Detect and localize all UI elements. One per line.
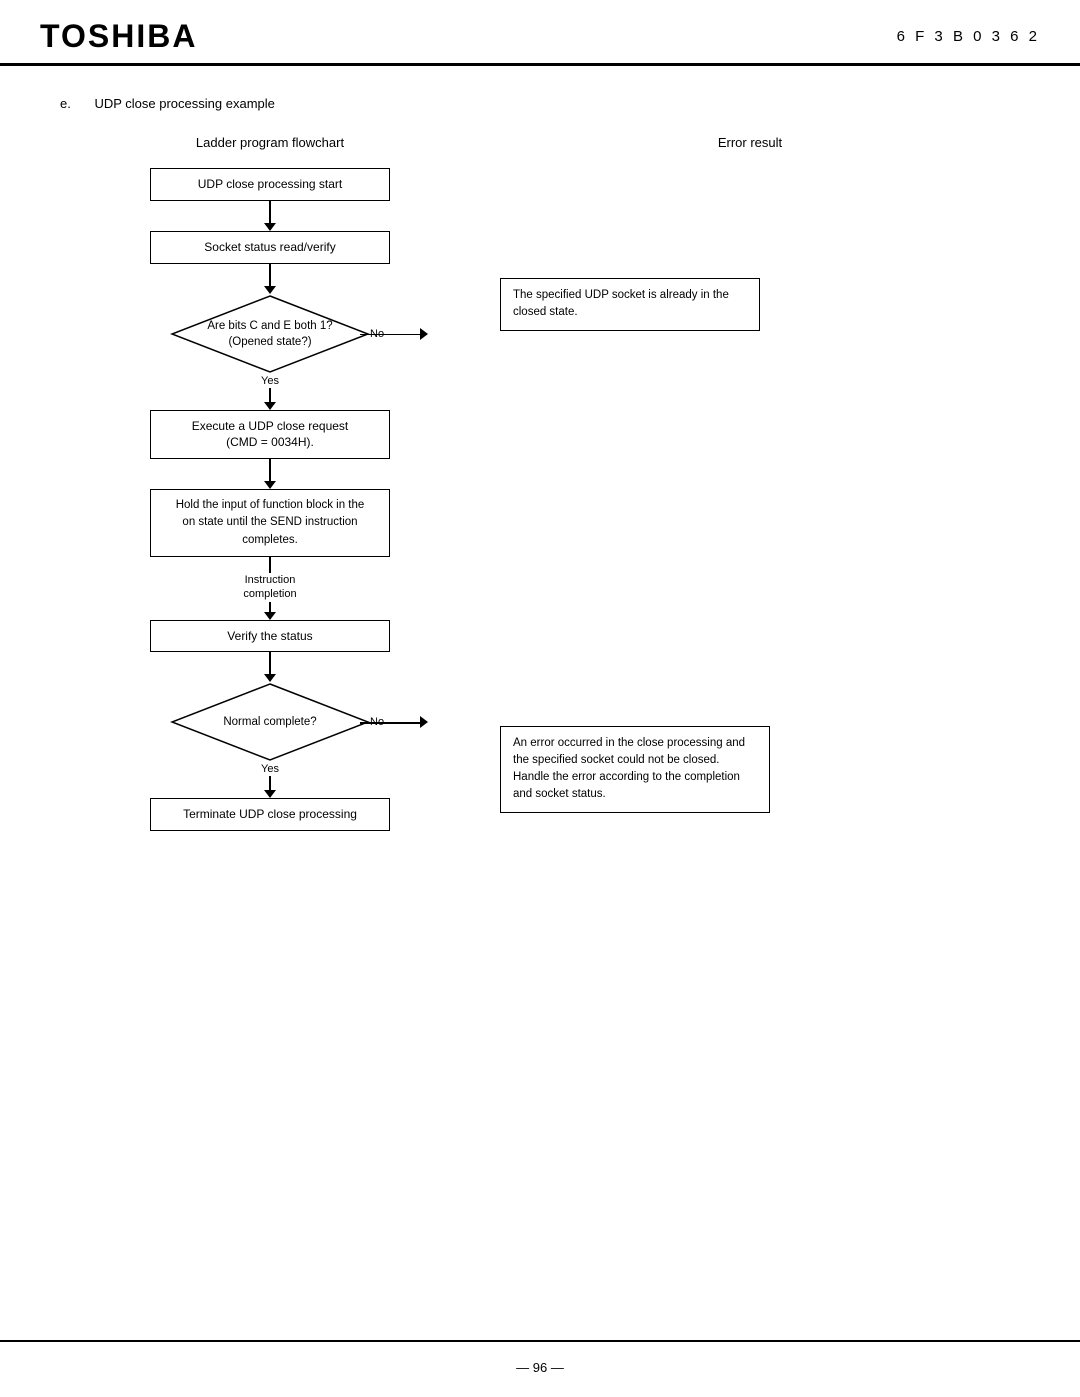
arrow-3 bbox=[264, 388, 276, 410]
no-arrow-line-2 bbox=[360, 722, 420, 724]
terminate-box: Terminate UDP close processing bbox=[150, 798, 390, 831]
diamond2-row: Normal complete? No bbox=[60, 682, 480, 762]
error-box-2: An error occurred in the close processin… bbox=[500, 726, 770, 813]
company-logo: TOSHIBA bbox=[40, 18, 197, 55]
section-title: e. UDP close processing example bbox=[60, 96, 1020, 111]
diamond1: Are bits C and E both 1?(Opened state?) bbox=[170, 294, 370, 374]
no-arrow-line-1 bbox=[360, 334, 420, 336]
arrow-4 bbox=[264, 459, 276, 489]
error-box-1-wrapper: The specified UDP socket is already in t… bbox=[500, 278, 760, 331]
hold-input-box: Hold the input of function block in theo… bbox=[150, 489, 390, 557]
diamond1-text: Are bits C and E both 1?(Opened state?) bbox=[205, 318, 335, 350]
main-content: e. UDP close processing example Ladder p… bbox=[0, 66, 1080, 891]
diamond2: Normal complete? bbox=[170, 682, 370, 762]
start-box: UDP close processing start bbox=[150, 168, 390, 201]
flowchart-column: UDP close processing start Socket status… bbox=[60, 168, 480, 831]
section-heading: UDP close processing example bbox=[94, 96, 274, 111]
page-header: TOSHIBA 6 F 3 B 0 3 6 2 bbox=[0, 0, 1080, 66]
no-arrow-head-1 bbox=[420, 328, 428, 340]
arrow-2 bbox=[264, 264, 276, 294]
arrow-6 bbox=[264, 652, 276, 682]
error-column: The specified UDP socket is already in t… bbox=[480, 168, 1020, 831]
error-box-2-wrapper: An error occurred in the close processin… bbox=[500, 726, 770, 813]
footer-line bbox=[0, 1340, 1080, 1342]
left-column-header: Ladder program flowchart bbox=[60, 135, 480, 150]
execute-close-box: Execute a UDP close request(CMD = 0034H)… bbox=[150, 410, 390, 460]
no-arrow-head-2 bbox=[420, 716, 428, 728]
arrow-5: Instructioncompletion bbox=[243, 557, 296, 620]
diamond2-text: Normal complete? bbox=[205, 714, 335, 730]
diamond1-row: Are bits C and E both 1?(Opened state?) … bbox=[60, 294, 480, 374]
right-column-header: Error result bbox=[480, 135, 1020, 150]
page-number: — 96 — bbox=[516, 1360, 564, 1375]
yes-label-1: Yes bbox=[261, 375, 279, 387]
yes-label-2: Yes bbox=[261, 763, 279, 775]
instruction-completion-label: Instructioncompletion bbox=[243, 573, 296, 602]
socket-status-box: Socket status read/verify bbox=[150, 231, 390, 264]
verify-status-box: Verify the status bbox=[150, 620, 390, 653]
arrow-7 bbox=[264, 776, 276, 798]
section-label: e. bbox=[60, 96, 71, 111]
column-headers: Ladder program flowchart Error result bbox=[60, 135, 1020, 150]
arrow-1 bbox=[264, 201, 276, 231]
error-box-1: The specified UDP socket is already in t… bbox=[500, 278, 760, 331]
flowchart-area: UDP close processing start Socket status… bbox=[60, 168, 1020, 831]
document-number: 6 F 3 B 0 3 6 2 bbox=[897, 28, 1040, 45]
